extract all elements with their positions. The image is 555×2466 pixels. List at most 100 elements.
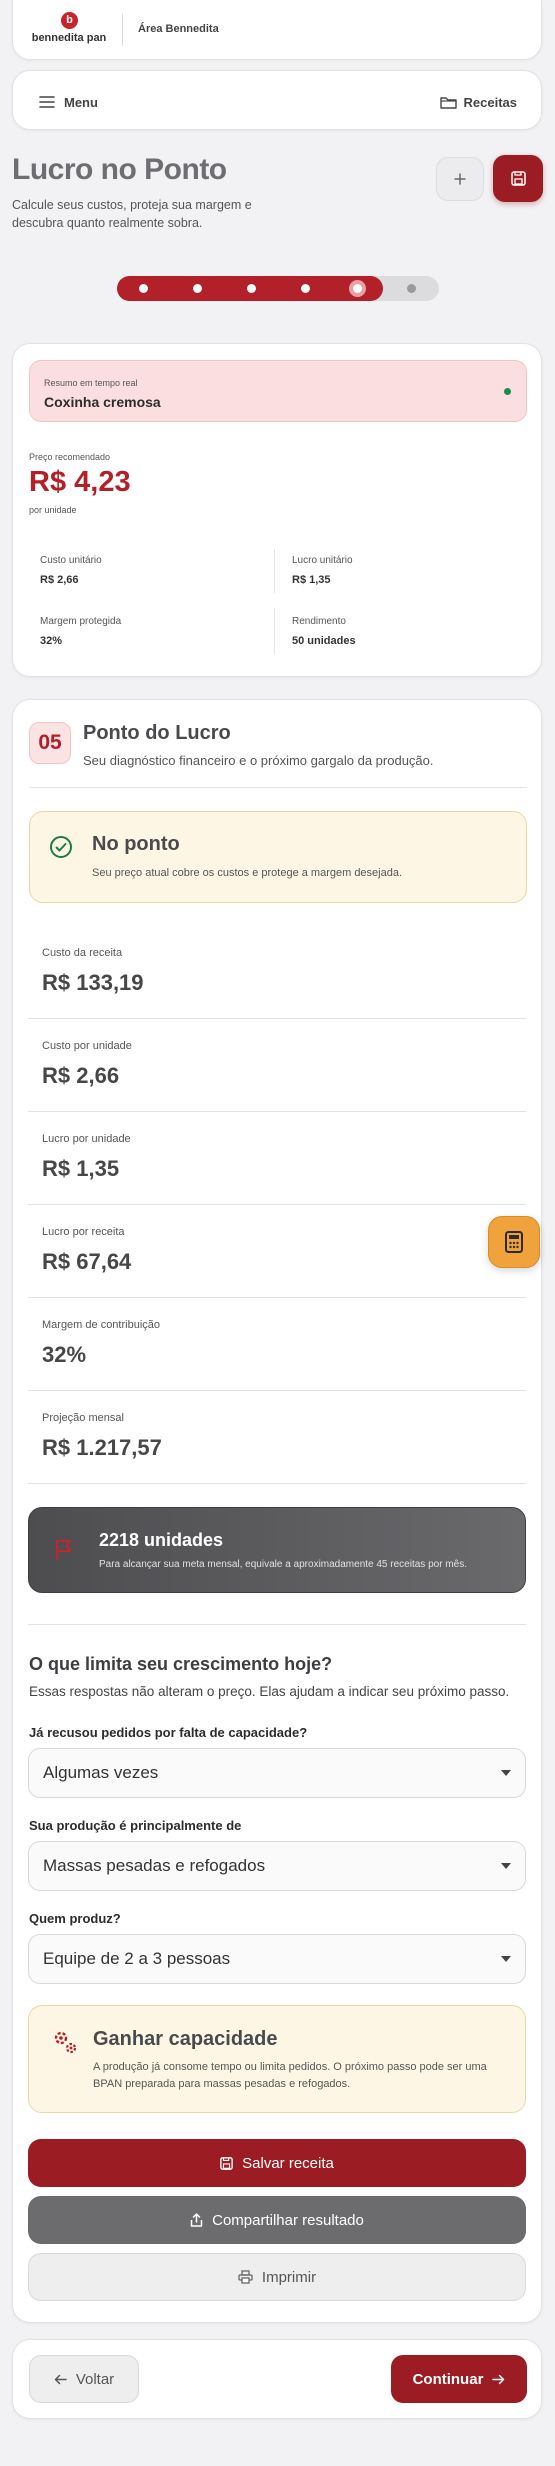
stat-label: Lucro unitário	[292, 555, 353, 566]
divider	[28, 1297, 526, 1298]
metric-label: Lucro por receita	[42, 1226, 125, 1238]
page-subtitle: Calcule seus custos, proteja sua margem …	[12, 198, 252, 230]
print-label: Imprimir	[261, 2268, 317, 2286]
progress-stepper	[117, 276, 439, 301]
price-unit: por unidade	[29, 505, 77, 515]
question-label: Quem produz?	[29, 1911, 121, 1926]
share-result-label: Compartilhar resultado	[212, 2211, 364, 2229]
chevron-down-icon	[501, 1863, 511, 1869]
save-icon	[510, 171, 526, 186]
growth-title: O que limita seu crescimento hoje?	[29, 1654, 333, 1674]
recommendation-title: Ganhar capacidade	[93, 2028, 278, 2050]
status-description: Seu preço atual cobre os custos e proteg…	[92, 867, 403, 879]
price-label: Preço recomendado	[29, 452, 111, 462]
metric-value: R$ 2,66	[42, 1063, 120, 1088]
share-result-button[interactable]: Compartilhar resultado	[28, 2196, 526, 2244]
stat-label: Custo unitário	[40, 555, 102, 566]
flag-icon	[53, 1538, 77, 1562]
step-subtitle: Seu diagnóstico financeiro e o próximo g…	[83, 753, 434, 768]
stat-label: Rendimento	[292, 616, 346, 627]
step-dot-6[interactable]	[407, 284, 416, 293]
area-title: Área Bennedita	[138, 23, 219, 35]
print-button[interactable]: Imprimir	[28, 2253, 526, 2301]
add-button[interactable]	[436, 157, 484, 201]
arrow-right-icon	[492, 2374, 505, 2385]
growth-subtitle: Essas respostas não alteram o preço. Ela…	[29, 1684, 510, 1699]
printer-icon	[238, 2270, 253, 2284]
metric-label: Custo por unidade	[42, 1040, 132, 1052]
stat-label: Margem protegida	[40, 616, 122, 627]
realtime-label: Resumo em tempo real	[44, 378, 138, 388]
metric-value: R$ 1,35	[42, 1156, 120, 1181]
step-title: Ponto do Lucro	[83, 722, 231, 744]
divider	[28, 1018, 526, 1019]
chevron-down-icon	[501, 1956, 511, 1962]
back-label: Voltar	[75, 2370, 115, 2388]
save-recipe-label: Salvar receita	[242, 2154, 334, 2172]
folder-icon	[439, 96, 457, 109]
menu-label: Menu	[64, 94, 98, 110]
divider	[28, 1483, 526, 1484]
metric-label: Projeção mensal	[42, 1412, 124, 1424]
header-divider	[122, 14, 123, 46]
footer-nav: Voltar Continuar	[12, 2339, 542, 2419]
select-value: Massas pesadas e refogados	[43, 1856, 266, 1875]
metric-label: Custo da receita	[42, 947, 123, 959]
divider	[28, 1204, 526, 1205]
divider	[29, 787, 527, 788]
team-size-select[interactable]: Equipe de 2 a 3 pessoas	[28, 1934, 526, 1984]
capacity-select[interactable]: Algumas vezes	[28, 1748, 526, 1798]
select-value: Equipe de 2 a 3 pessoas	[43, 1949, 231, 1968]
menu-button[interactable]: Menu	[39, 91, 98, 113]
logo-icon: b	[61, 12, 78, 29]
gears-icon	[51, 2028, 79, 2056]
goal-title: 2218 unidades	[99, 1530, 224, 1550]
production-type-select[interactable]: Massas pesadas e refogados	[28, 1841, 526, 1891]
status-title: No ponto	[92, 833, 180, 855]
step-dot-3[interactable]	[247, 284, 256, 293]
step-dot-5-current[interactable]	[349, 280, 366, 297]
hamburger-icon	[39, 96, 55, 108]
divider	[28, 1624, 526, 1625]
recommendation-panel: Ganhar capacidade A produção já consome …	[28, 2005, 526, 2113]
goal-banner: 2218 unidades Para alcançar sua meta men…	[28, 1507, 526, 1593]
step-dot-4[interactable]	[301, 284, 310, 293]
continue-label: Continuar	[412, 2370, 484, 2388]
save-recipe-button[interactable]: Salvar receita	[28, 2139, 526, 2187]
calculator-icon	[505, 1231, 523, 1253]
metric-value: R$ 133,19	[42, 970, 144, 995]
divider	[28, 1390, 526, 1391]
metric-label: Margem de contribuição	[42, 1319, 161, 1331]
stat-value: 32%	[40, 635, 63, 647]
question-label: Já recusou pedidos por falta de capacida…	[29, 1725, 308, 1740]
recommendation-description: A produção já consome tempo ou limita pe…	[93, 2061, 487, 2090]
divider	[28, 1111, 526, 1112]
arrow-left-icon	[54, 2374, 67, 2385]
realtime-banner: Resumo em tempo real Coxinha cremosa	[29, 360, 527, 422]
back-button[interactable]: Voltar	[29, 2355, 139, 2403]
brand-logo[interactable]: b bennedita pan	[27, 12, 111, 48]
goal-description: Para alcançar sua meta mensal, equivale …	[99, 1559, 467, 1570]
question-label: Sua produção é principalmente de	[29, 1818, 242, 1833]
save-quick-button[interactable]	[493, 155, 543, 202]
recipes-label: Receitas	[463, 94, 517, 110]
step-dot-2[interactable]	[193, 284, 202, 293]
summary-card: Resumo em tempo real Coxinha cremosa Pre…	[12, 343, 542, 677]
page-title: Lucro no Ponto	[12, 153, 227, 186]
plus-icon	[454, 173, 466, 185]
share-icon	[190, 2213, 203, 2227]
recipes-button[interactable]: Receitas	[439, 91, 517, 113]
recipe-name: Coxinha cremosa	[44, 394, 161, 410]
step-number-badge: 05	[29, 722, 71, 764]
price-value: R$ 4,23	[29, 466, 131, 498]
continue-button[interactable]: Continuar	[391, 2355, 527, 2403]
step-dot-1[interactable]	[139, 284, 148, 293]
metric-value: R$ 1.217,57	[42, 1435, 162, 1460]
stat-value: 50 unidades	[292, 635, 356, 647]
top-nav: Menu Receitas	[12, 70, 542, 130]
stat-value: R$ 1,35	[292, 574, 331, 586]
stat-value: R$ 2,66	[40, 574, 79, 586]
logo-text: bennedita pan	[31, 32, 107, 44]
calculator-fab[interactable]	[488, 1216, 540, 1268]
metric-value: 32%	[42, 1342, 87, 1367]
